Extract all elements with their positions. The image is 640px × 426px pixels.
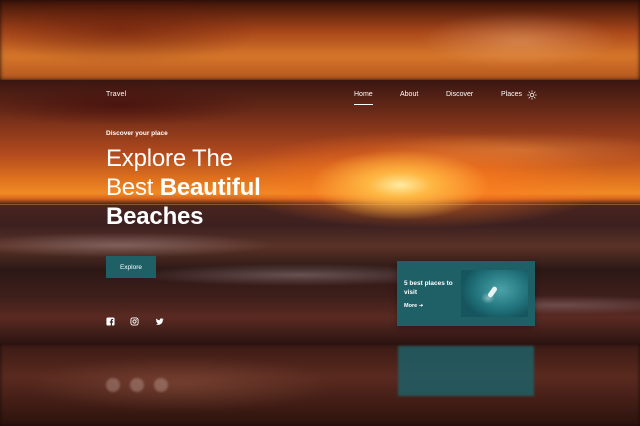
places-card[interactable]: 5 best places to visit More ➜	[397, 261, 535, 326]
facebook-icon[interactable]	[106, 317, 115, 326]
nav-item-discover[interactable]: Discover	[446, 91, 473, 98]
headline-line-2-bold: Beautiful	[159, 174, 261, 201]
card-more-label: More	[404, 303, 418, 309]
nav-item-about[interactable]: About	[400, 91, 418, 98]
sun-icon[interactable]	[527, 90, 537, 100]
hero-headline: Explore The Best Beautiful Beaches	[106, 144, 261, 231]
nav-item-home[interactable]: Home	[354, 91, 373, 105]
headline-line-3-bold: Beaches	[106, 203, 204, 230]
boat-aerial-image	[461, 270, 528, 317]
card-title: 5 best places to visit	[404, 280, 453, 296]
blurred-icon-reflection	[130, 378, 144, 392]
card-more-link[interactable]: More ➜	[404, 303, 423, 309]
nav-item-places[interactable]: Places	[501, 91, 522, 98]
brand-logo[interactable]: Travel	[106, 91, 126, 98]
arrow-right-icon: ➜	[418, 303, 424, 309]
blurred-background-bottom	[0, 344, 640, 426]
instagram-icon[interactable]	[130, 317, 139, 326]
blurred-icon-reflection	[154, 378, 168, 392]
twitter-icon[interactable]	[155, 317, 164, 326]
blurred-background-top	[0, 0, 640, 80]
hero-sunset-background	[0, 80, 640, 344]
headline-line-1: Explore The	[106, 145, 233, 172]
hero-eyebrow: Discover your place	[106, 130, 168, 137]
explore-button[interactable]: Explore	[106, 256, 156, 278]
headline-line-2-regular: Best	[106, 174, 160, 201]
blurred-icon-reflection	[106, 378, 120, 392]
blurred-card-reflection	[398, 346, 534, 396]
